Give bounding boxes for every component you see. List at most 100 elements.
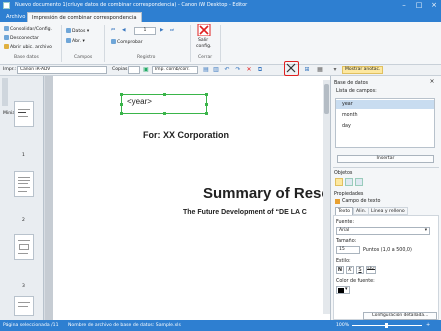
resize-handle[interactable]	[205, 112, 208, 115]
desconectar-button[interactable]: Desconectar	[4, 35, 39, 42]
zoom-level: 100%	[336, 323, 350, 328]
copies-input[interactable]	[128, 66, 140, 74]
comprobar-button[interactable]: Comprobar	[111, 39, 143, 46]
highlighted-tool-button[interactable]	[284, 61, 299, 76]
zoom-in-icon[interactable]: +	[426, 322, 430, 328]
consolidar-button[interactable]: Consolidar/Config.	[4, 26, 52, 33]
chevron-down-icon: ▾	[424, 228, 427, 233]
resize-handle[interactable]	[120, 93, 123, 96]
mostrar-anotac-button[interactable]: Mostrar anotac.	[342, 66, 384, 74]
next-record-button[interactable]: ▶	[160, 28, 164, 34]
copy-icon[interactable]: ⧉	[256, 66, 264, 74]
thumbnail-number: 1	[22, 153, 25, 158]
layout-icon[interactable]: ▾	[331, 66, 339, 74]
link-icon[interactable]: ⊞	[303, 66, 311, 74]
mostrar-anotac-label: Mostrar anotac.	[345, 67, 381, 72]
field-object-icon[interactable]	[345, 178, 353, 186]
merge-field-box[interactable]: <year>	[120, 93, 208, 115]
page-thumbnail[interactable]	[14, 234, 34, 260]
close-combine-button[interactable]	[197, 23, 211, 37]
ribbon-separator	[190, 25, 191, 62]
field-list[interactable]: year month day	[335, 98, 435, 148]
group-campos: Campos	[74, 55, 93, 60]
menu-tabs: Archivo Impresión de combinar correspond…	[0, 11, 441, 22]
redo-icon[interactable]: ↷	[234, 66, 242, 74]
resize-handle[interactable]	[163, 93, 166, 96]
resize-handle[interactable]	[120, 112, 123, 115]
scroll-thumb[interactable]	[324, 84, 329, 114]
for-corporation-text: For: XX Corporation	[143, 130, 229, 140]
window-title: Nuevo documento 1(crluye datos de combin…	[15, 2, 248, 8]
datos-dropdown[interactable]: Datos ▾	[66, 28, 89, 35]
font-select-value: Arial	[339, 228, 350, 233]
tab-combinar-correspondencia[interactable]: Impresión de combinar correspondencia	[27, 12, 142, 22]
print-toolbar: Impr.: Canon iR-ADV Copias ▣ Imp. cornb/…	[0, 61, 441, 76]
print-icon[interactable]: ▣	[142, 66, 150, 74]
chevron-down-icon: ▾	[345, 286, 348, 292]
tab-texto[interactable]: Texto	[335, 207, 354, 215]
last-record-button[interactable]: ⏭	[170, 28, 174, 34]
tab-linea-relleno[interactable]: Línea y relleno	[368, 207, 408, 215]
properties-title: Propiedades	[334, 192, 364, 197]
resize-handle[interactable]	[205, 103, 208, 106]
resize-handle[interactable]	[120, 103, 123, 106]
underline-button[interactable]: S	[356, 266, 364, 274]
resize-handle[interactable]	[163, 112, 166, 115]
ribbon-separator	[104, 25, 105, 62]
font-select[interactable]: Arial ▾	[336, 227, 430, 235]
field-list-label: Lista de campos:	[336, 89, 377, 94]
abr-dropdown[interactable]: Abr. ▾	[66, 38, 85, 45]
comprobar-label: Comprobar	[117, 40, 143, 45]
size-input[interactable]: 15	[336, 246, 360, 254]
font-label: Fuente:	[336, 220, 354, 225]
close-red-icon	[197, 23, 211, 37]
delete-icon[interactable]: ✕	[245, 66, 253, 74]
page-thumbnail[interactable]	[14, 101, 34, 127]
open-icon[interactable]: ▥	[212, 66, 220, 74]
maximize-button[interactable]: □	[412, 0, 426, 11]
document-page[interactable]: <year> For: XX Corporation Summary of Re…	[53, 76, 330, 320]
insert-button[interactable]: Insertar	[337, 155, 434, 163]
mode-select[interactable]: Imp. cornb/corr.	[152, 66, 198, 74]
image-object-icon[interactable]	[355, 178, 363, 186]
first-record-button[interactable]: ⏮	[111, 28, 115, 34]
app-icon	[3, 2, 10, 9]
check-icon	[111, 39, 116, 44]
abrir-ubicacion-label: Abrir ubic. archivo	[10, 45, 52, 50]
strikethrough-button[interactable]: abc	[366, 266, 376, 274]
tab-alin[interactable]: Alin.	[353, 207, 370, 215]
list-item[interactable]: year	[342, 102, 353, 107]
pane-collapse-handle[interactable]	[2, 78, 8, 106]
zoom-slider-thumb[interactable]	[385, 323, 388, 328]
pane-close-icon[interactable]: ×	[428, 78, 436, 86]
bold-button[interactable]: N	[336, 266, 344, 274]
list-item[interactable]: month	[342, 113, 358, 118]
db-section-title: Base de datos	[334, 81, 369, 86]
view-icon[interactable]: ▦	[316, 66, 324, 74]
page-thumbnail[interactable]	[14, 171, 34, 197]
tab-archivo[interactable]: Archivo	[2, 12, 29, 22]
abrir-ubicacion-button[interactable]: Abrir ubic. archivo	[4, 44, 52, 51]
undo-icon[interactable]: ↶	[223, 66, 231, 74]
title-bar: Nuevo documento 1(crluye datos de combin…	[0, 0, 441, 11]
font-color-picker[interactable]: ▾	[336, 286, 350, 294]
text-object-icon[interactable]	[335, 178, 343, 186]
page-thumbnail[interactable]	[14, 296, 34, 316]
record-number-input[interactable]: 1	[134, 27, 156, 35]
new-icon[interactable]: ▤	[202, 66, 210, 74]
size-label: Tamaño:	[336, 239, 357, 244]
vertical-scrollbar[interactable]	[323, 80, 330, 314]
status-bar: Página seleccionada /11 Nombre de archiv…	[0, 320, 441, 331]
text-field-icon	[335, 199, 340, 204]
list-item[interactable]: day	[342, 124, 351, 129]
detail-settings-button[interactable]: Configuración detallada...	[363, 312, 437, 320]
document-subtitle: The Future Development of “DE LA C	[183, 209, 307, 216]
close-button[interactable]: ×	[427, 0, 441, 11]
resize-handle[interactable]	[205, 93, 208, 96]
font-color-label: Color de fuente:	[336, 279, 375, 284]
minimize-button[interactable]: –	[397, 0, 411, 11]
printer-select[interactable]: Canon iR-ADV	[17, 66, 107, 74]
italic-button[interactable]: K	[346, 266, 354, 274]
page-selected-status: Página seleccionada /11	[3, 323, 59, 328]
prev-record-button[interactable]: ◀	[122, 28, 126, 34]
